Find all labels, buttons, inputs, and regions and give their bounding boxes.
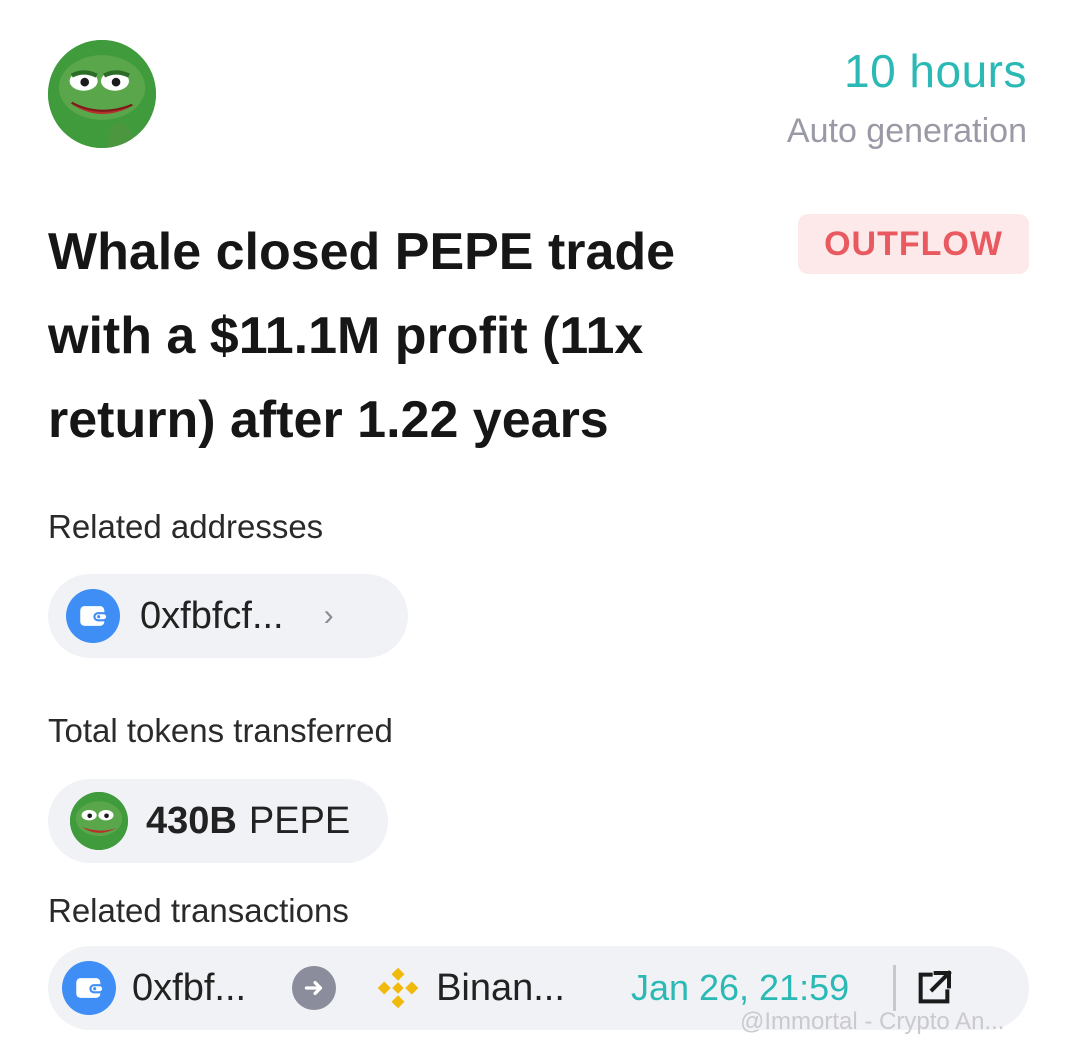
- related-transactions-label: Related transactions: [48, 892, 349, 929]
- token-amount: 430B: [146, 799, 237, 842]
- outflow-badge: OUTFLOW: [798, 214, 1029, 274]
- watermark: @Immortal - Crypto An...: [740, 1008, 1005, 1035]
- tx-date: Jan 26, 21:59: [630, 967, 850, 1008]
- tx-to-name: Binan...: [436, 966, 565, 1009]
- binance-icon: [372, 962, 424, 1014]
- pepe-token-icon: [70, 792, 128, 850]
- source-label: Auto generation: [786, 112, 1027, 150]
- wallet-icon: [62, 961, 116, 1015]
- related-addresses-label: Related addresses: [48, 508, 324, 545]
- address-pill[interactable]: 0xfbfcf... ›: [48, 574, 408, 658]
- arrow-right-icon: [292, 966, 337, 1010]
- divider: [893, 965, 897, 1011]
- token-symbol: PEPE: [248, 799, 351, 842]
- chevron-right-icon: ›: [323, 599, 334, 632]
- wallet-icon: [66, 589, 120, 643]
- tokens-label: Total tokens transferred: [48, 712, 393, 749]
- pepe-avatar-icon: [48, 40, 156, 148]
- time-ago: 10 hours: [843, 45, 1027, 97]
- token-pill[interactable]: 430B PEPE: [48, 779, 388, 863]
- alert-title: Whale closed PEPE trade with a $11.1M pr…: [48, 223, 676, 449]
- tx-from-address: 0xfbf...: [132, 966, 247, 1009]
- external-link-icon[interactable]: [914, 968, 954, 1008]
- address-text: 0xfbfcf...: [140, 594, 284, 637]
